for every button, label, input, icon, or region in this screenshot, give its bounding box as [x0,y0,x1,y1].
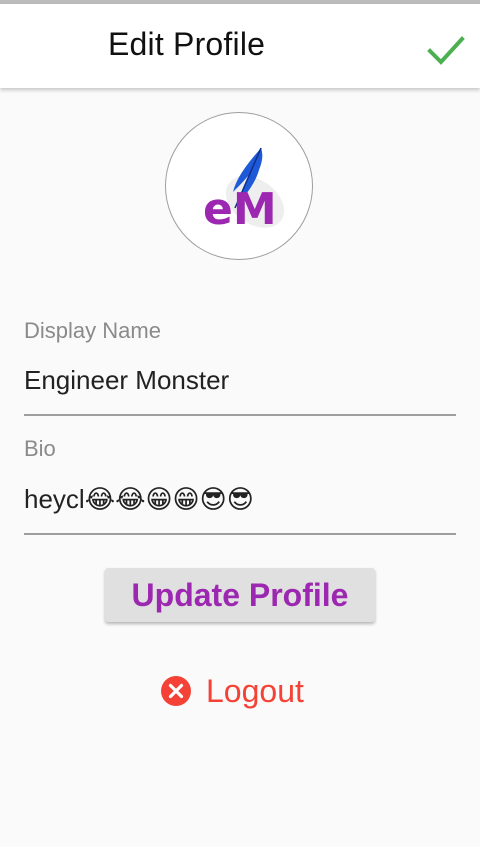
bio-underline [24,533,456,535]
bio-label: Bio [24,436,56,461]
logout-button[interactable]: Logout [160,668,304,714]
logo-image: eM [203,147,285,235]
display-name-label: Display Name [24,318,161,343]
update-profile-button[interactable]: Update Profile [105,568,375,622]
bio-input[interactable] [24,479,456,519]
page-title: Edit Profile [108,26,266,62]
profile-avatar[interactable]: eM [165,112,313,260]
display-name-input[interactable] [24,360,456,400]
save-check-icon[interactable] [424,28,468,72]
display-name-underline [24,414,456,416]
app-bar: Edit Profile [0,4,480,88]
logo-mark: eM [203,184,277,235]
logout-label: Logout [206,672,304,709]
cancel-icon [161,676,191,706]
